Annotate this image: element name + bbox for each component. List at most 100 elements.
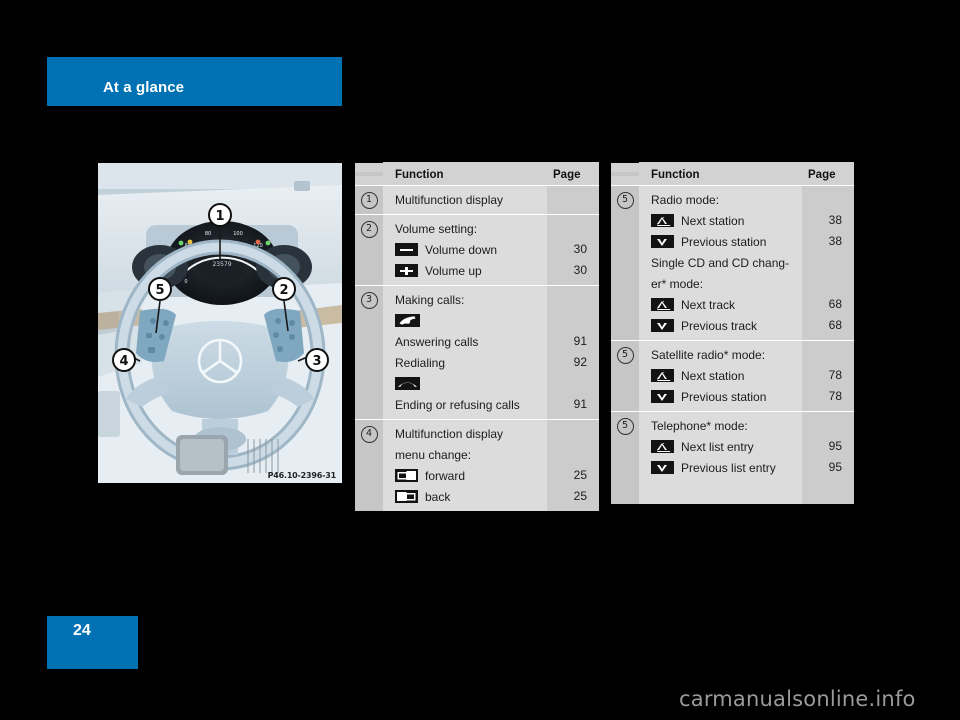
- page-number: [802, 415, 842, 436]
- table-row: 4 Multifunction display menu change: for…: [355, 419, 599, 511]
- function-line: Previous list entry: [651, 457, 796, 478]
- steering-wheel-figure: 23579 60 80 100 120 140 20 0: [98, 163, 342, 483]
- function-line: Ending or refusing calls: [395, 394, 541, 415]
- function-line: forward: [395, 465, 541, 486]
- row-callout-number: 2: [355, 215, 383, 285]
- function-line: Making calls:: [395, 289, 541, 310]
- header-cell-page: Page: [547, 161, 599, 187]
- page-number: 38: [828, 213, 842, 227]
- svg-text:2: 2: [279, 283, 288, 298]
- row-callout-number: 5: [611, 341, 639, 411]
- callout-badge: 2: [360, 221, 378, 238]
- function-label: Ending or refusing calls: [395, 397, 520, 412]
- function-line: menu change:: [395, 444, 541, 465]
- row-function-cell: Making calls: Answering calls Redialing: [383, 286, 547, 419]
- cards-forward-icon: [395, 469, 418, 482]
- function-label-continued: menu change:: [395, 447, 472, 462]
- function-table-right: Function Page 5 Radio mode: Next station…: [611, 161, 854, 506]
- function-label: Volume up: [425, 263, 482, 278]
- header-label-page: Page: [553, 168, 581, 181]
- odometer-reading: 23579: [212, 261, 231, 268]
- callout-badge: 4: [360, 426, 378, 443]
- row-page-cell: 78 78: [802, 341, 854, 411]
- page-number-label: 24: [73, 622, 91, 639]
- table-header-row: Function Page: [355, 161, 599, 187]
- row-function-cell: Radio mode: Next station Previous statio…: [639, 186, 802, 340]
- page-number: 92: [573, 355, 587, 369]
- page-number: 30: [573, 242, 587, 256]
- function-line: Volume up: [395, 260, 541, 281]
- row-callout-number: 5: [611, 186, 639, 340]
- triangle-down-icon: [651, 390, 674, 403]
- icon-line: [395, 310, 541, 331]
- page-number: [802, 189, 842, 210]
- function-label: Previous track: [681, 318, 758, 333]
- figure-callout-5: 5: [148, 277, 172, 301]
- function-line: Next station: [651, 365, 796, 386]
- page-number: 25: [573, 489, 587, 503]
- page-number: [802, 344, 842, 365]
- page-number: 25: [573, 468, 587, 482]
- function-line: Answering calls: [395, 331, 541, 352]
- callout-badge: 5: [616, 192, 634, 209]
- function-label: Redialing: [395, 355, 446, 370]
- row-page-cell: 91 92 91: [547, 286, 599, 419]
- svg-text:5: 5: [155, 283, 164, 298]
- callout-badge: 5: [616, 347, 634, 364]
- function-label: Multifunction display: [395, 426, 504, 441]
- function-label: Volume down: [425, 242, 498, 257]
- site-watermark: carmanualsonline.info: [679, 687, 916, 711]
- table-bottom-spacer: [651, 478, 796, 500]
- callout-badge: 3: [360, 292, 378, 309]
- page-title: At a glance: [103, 79, 185, 96]
- page-number: 78: [828, 368, 842, 382]
- triangle-up-icon: [651, 440, 674, 453]
- row-function-cell: Multifunction display: [383, 186, 547, 214]
- function-label: Previous list entry: [681, 460, 776, 475]
- function-line: Telephone* mode:: [651, 415, 796, 436]
- function-label: back: [425, 489, 451, 504]
- steering-wheel-illustration: 23579 60 80 100 120 140 20 0: [98, 163, 342, 483]
- page-number: 95: [828, 439, 842, 453]
- row-page-cell: 25 25: [547, 420, 599, 511]
- header-label-function: Function: [395, 168, 444, 181]
- minus-icon: [395, 243, 418, 256]
- function-label: Next track: [681, 297, 736, 312]
- page-number: [547, 310, 587, 331]
- function-line: Previous station: [651, 231, 796, 252]
- row-page-cell: 30 30: [547, 215, 599, 285]
- page-number: [802, 273, 842, 294]
- page-number: [547, 218, 587, 239]
- function-label: Telephone* mode:: [651, 418, 748, 433]
- function-line: back: [395, 486, 541, 507]
- cards-back-icon: [395, 490, 418, 503]
- function-line: Redialing: [395, 352, 541, 373]
- figure-callout-1: 1: [208, 203, 232, 227]
- page-number: 91: [573, 397, 587, 411]
- triangle-down-icon: [651, 461, 674, 474]
- header-cell-number: [355, 172, 383, 176]
- function-label: Previous station: [681, 389, 767, 404]
- row-callout-number: 4: [355, 420, 383, 511]
- function-line: Radio mode:: [651, 189, 796, 210]
- function-label-continued: er* mode:: [651, 276, 704, 291]
- triangle-up-icon: [651, 369, 674, 382]
- svg-text:3: 3: [312, 354, 321, 369]
- header-cell-function: Function: [639, 161, 802, 187]
- function-label: Next station: [681, 368, 745, 383]
- callout-badge: 5: [616, 418, 634, 435]
- page-number-block: [47, 616, 138, 669]
- function-line: Previous station: [651, 386, 796, 407]
- svg-text:1: 1: [215, 209, 224, 224]
- row-page-cell: 38 38 68 68: [802, 186, 854, 340]
- function-label: Satellite radio* mode:: [651, 347, 766, 362]
- table-row: 3 Making calls: Answering calls Redialin…: [355, 285, 599, 419]
- function-label: Answering calls: [395, 334, 479, 349]
- function-label: Volume setting:: [395, 221, 478, 236]
- page-number: 78: [828, 389, 842, 403]
- callout-badge: 1: [360, 192, 378, 209]
- row-page-cell: 95 95: [802, 412, 854, 504]
- table-row: 1 Multifunction display: [355, 185, 599, 214]
- page-number: 68: [828, 318, 842, 332]
- function-line: Next station: [651, 210, 796, 231]
